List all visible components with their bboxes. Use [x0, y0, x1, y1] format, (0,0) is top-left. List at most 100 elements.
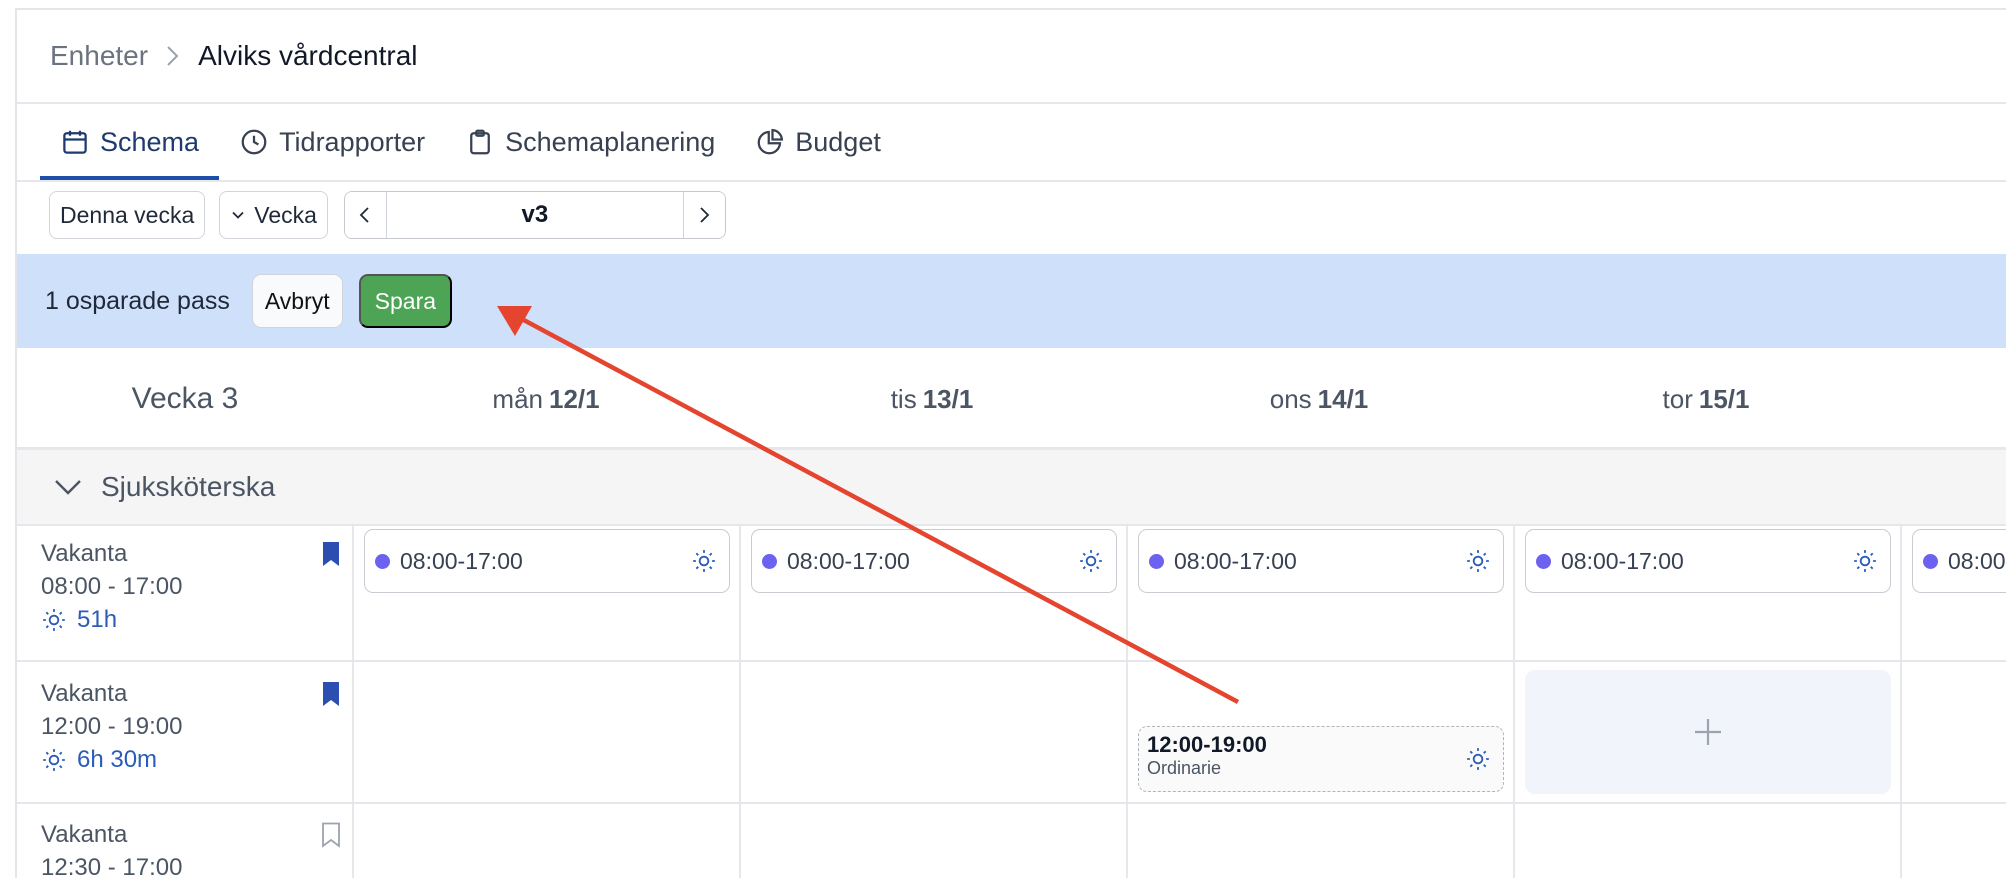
status-dot: [762, 553, 777, 569]
status-dot: [1149, 553, 1164, 569]
tab-label: Tidrapporter: [279, 126, 426, 157]
day-header-mon: mån 12/1: [353, 348, 739, 450]
app-frame: Enheter Alviks vårdcentral Schema Tidrap…: [15, 8, 2006, 878]
sun-icon: [43, 608, 65, 631]
tab-schemaplanering[interactable]: Schemaplanering: [445, 104, 735, 180]
chevron-down-icon: [55, 480, 81, 495]
unsaved-count-text: 1 osparade pass: [45, 286, 230, 315]
shift-card[interactable]: 08:00-17:00: [1525, 529, 1891, 593]
group-header-sjukskoterska[interactable]: Sjuksköterska: [17, 450, 2006, 526]
week-navigator: v3: [343, 191, 726, 239]
week-label: v3: [521, 201, 549, 228]
shift-card[interactable]: 08:00-17:00: [364, 529, 730, 593]
day-name: mån: [492, 383, 543, 414]
grid-line: [17, 660, 2006, 662]
status-dot: [1923, 553, 1938, 569]
tab-budget[interactable]: Budget: [735, 104, 901, 180]
sun-icon: [1854, 550, 1876, 572]
row-hours: 6h 30m: [41, 743, 341, 776]
chevron-down-icon: [232, 211, 244, 219]
previous-week-button[interactable]: [344, 192, 387, 238]
day-header-thu: tor 15/1: [1513, 348, 1899, 450]
hours-value: 51h: [77, 606, 118, 633]
bookmark-outline-icon[interactable]: [321, 822, 341, 848]
breadcrumb: Enheter Alviks vårdcentral: [50, 10, 417, 102]
unsaved-changes-banner: 1 osparade pass Avbryt Spara: [17, 254, 2006, 348]
grid-line: [1513, 526, 1515, 878]
view-mode-label: Vecka: [254, 201, 317, 228]
row-title: Vakanta: [41, 821, 128, 848]
chevron-right-icon: [700, 207, 710, 223]
tab-label: Budget: [795, 126, 881, 157]
sun-icon: [1467, 550, 1489, 572]
group-name: Sjuksköterska: [101, 471, 276, 502]
tab-tidrapporter[interactable]: Tidrapporter: [219, 104, 445, 180]
day-name: tis: [890, 383, 917, 414]
toolbar: Denna vecka Vecka v3: [49, 190, 726, 240]
day-name: ons: [1269, 383, 1312, 414]
row-time: 12:00 - 19:00: [41, 713, 183, 740]
plus-icon: [1695, 719, 1721, 745]
divider: [17, 180, 2006, 182]
sun-icon: [1467, 748, 1489, 770]
breadcrumb-root[interactable]: Enheter: [50, 40, 148, 72]
day-header-wed: ons 14/1: [1126, 348, 1512, 450]
row-time: 12:30 - 17:00: [41, 854, 183, 878]
shift-card[interactable]: 08:00-17:00: [1138, 529, 1504, 593]
shift-time: 08:00-17:00: [1561, 547, 1684, 574]
chevron-right-icon: [166, 44, 180, 68]
sun-icon: [693, 550, 715, 572]
day-date: 13/1: [922, 383, 974, 414]
shift-card[interactable]: 08:00-17:00: [751, 529, 1117, 593]
pie-chart-icon: [757, 128, 784, 155]
week-header: Vecka 3 mån 12/1 tis 13/1 ons 14/1 tor 15/1: [17, 348, 2006, 450]
row-time: 08:00 - 17:00: [41, 573, 183, 600]
day-name: tor: [1662, 383, 1693, 414]
day-header-tue: tis 13/1: [739, 348, 1125, 450]
row-label: Vakanta 12:30 - 17:00: [41, 818, 341, 878]
shift-time: 08:00: [1948, 547, 2006, 574]
tab-bar: Schema Tidrapporter Schemaplanering Budg…: [40, 104, 901, 180]
tab-label: Schemaplanering: [505, 126, 716, 157]
next-week-button[interactable]: [682, 192, 725, 238]
view-mode-dropdown[interactable]: Vecka: [219, 191, 328, 239]
shift-time: 08:00-17:00: [787, 547, 910, 574]
shift-time: 12:00-19:00: [1147, 732, 1267, 757]
tab-schema[interactable]: Schema: [40, 104, 220, 180]
unsaved-shift-card[interactable]: 12:00-19:00 Ordinarie: [1138, 726, 1504, 792]
cancel-button[interactable]: Avbryt: [251, 274, 343, 328]
shift-card[interactable]: 08:00: [1912, 529, 2006, 593]
grid-line: [17, 802, 2006, 804]
status-dot: [1536, 553, 1551, 569]
bookmark-filled-icon[interactable]: [321, 681, 341, 707]
row-label: Vakanta 12:00 - 19:00 6h 30m: [41, 677, 341, 776]
grid-line: [1126, 526, 1128, 878]
this-week-button[interactable]: Denna vecka: [49, 191, 206, 239]
grid-line: [739, 526, 741, 878]
row-title: Vakanta: [41, 680, 128, 707]
save-button[interactable]: Spara: [358, 274, 453, 328]
chevron-left-icon: [360, 207, 370, 223]
calendar-icon: [63, 130, 87, 154]
sun-icon: [43, 748, 65, 771]
breadcrumb-current: Alviks vårdcentral: [198, 40, 418, 71]
day-date: 15/1: [1698, 383, 1750, 414]
row-label: Vakanta 08:00 - 17:00 51h: [41, 537, 341, 636]
shift-type: Ordinarie: [1147, 758, 1222, 778]
bookmark-filled-icon[interactable]: [321, 541, 341, 567]
grid-line: [1900, 526, 1902, 878]
grid-line: [352, 526, 354, 878]
shift-time: 08:00-17:00: [400, 547, 523, 574]
clock-icon: [241, 129, 267, 155]
day-date: 12/1: [548, 383, 600, 414]
row-title: Vakanta: [41, 540, 128, 567]
day-date: 14/1: [1317, 383, 1369, 414]
sun-icon: [1080, 550, 1102, 572]
hours-value: 6h 30m: [77, 746, 158, 773]
status-dot: [375, 553, 390, 569]
row-hours: 51h: [41, 603, 341, 636]
week-title: Vecka 3: [131, 382, 239, 415]
shift-time: 08:00-17:00: [1174, 547, 1297, 574]
add-shift-cell[interactable]: [1525, 670, 1891, 794]
tab-label: Schema: [100, 126, 200, 157]
